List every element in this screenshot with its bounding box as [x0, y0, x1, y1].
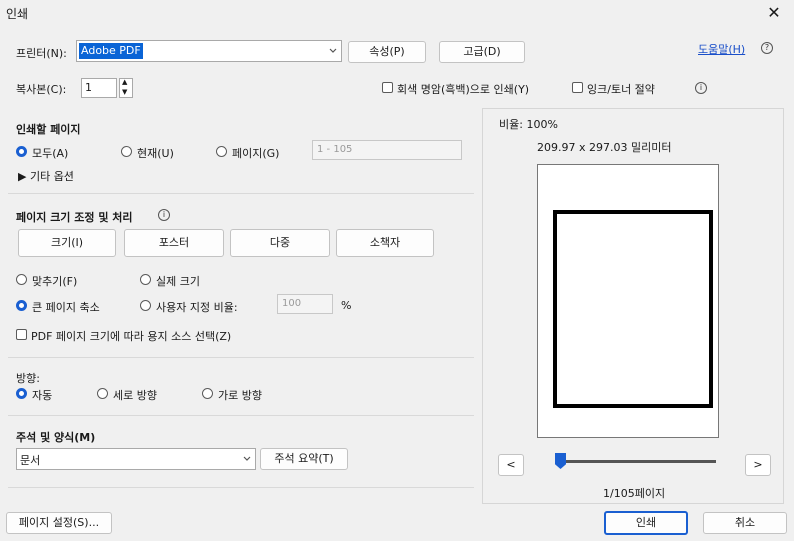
- more-options-toggle[interactable]: ▶ 기타 옵션: [18, 168, 74, 184]
- window-title: 인쇄: [6, 7, 29, 21]
- orientation-title: 방향:: [16, 372, 40, 385]
- booklet-button[interactable]: 소책자: [336, 229, 434, 257]
- info-icon[interactable]: i: [158, 209, 170, 221]
- close-icon[interactable]: ✕: [764, 2, 784, 24]
- properties-button[interactable]: 속성(P): [348, 41, 426, 63]
- radio-custom-scale[interactable]: [140, 300, 151, 311]
- chevron-down-icon: [329, 48, 337, 53]
- radio-all[interactable]: [16, 146, 27, 157]
- radio-auto-label: 자동: [32, 389, 53, 402]
- chevron-down-icon: [243, 456, 251, 461]
- radio-pages[interactable]: [216, 146, 227, 157]
- save-ink-label: 잉크/토너 절약: [587, 83, 655, 96]
- radio-landscape[interactable]: [202, 388, 213, 399]
- advanced-button[interactable]: 고급(D): [439, 41, 525, 63]
- custom-scale-input[interactable]: 100: [277, 294, 333, 314]
- copies-value: 1: [85, 81, 92, 94]
- printer-select-value: Adobe PDF: [79, 43, 143, 59]
- print-button[interactable]: 인쇄: [604, 511, 688, 535]
- info-icon[interactable]: i: [695, 82, 707, 94]
- comments-select[interactable]: 문서: [16, 448, 256, 470]
- scale-label: 비율: 100%: [499, 118, 558, 131]
- stepper-down-icon[interactable]: ▼: [122, 88, 127, 96]
- page-dimensions: 209.97 x 297.03 밀리미터: [537, 141, 672, 154]
- help-icon[interactable]: ?: [761, 42, 773, 54]
- radio-landscape-label: 가로 방향: [218, 389, 262, 402]
- pdf-source-checkbox[interactable]: [16, 329, 27, 340]
- pdf-source-label: PDF 페이지 크기에 따라 용지 소스 선택(Z): [31, 330, 232, 343]
- page-content-preview: [553, 210, 713, 408]
- summarize-comments-button[interactable]: 주석 요약(T): [260, 448, 348, 470]
- next-page-button[interactable]: >: [745, 454, 771, 476]
- radio-pages-label: 페이지(G): [232, 147, 280, 160]
- multiple-button[interactable]: 다중: [230, 229, 330, 257]
- page-slider-track[interactable]: [558, 460, 716, 463]
- radio-portrait[interactable]: [97, 388, 108, 399]
- radio-custom-scale-label: 사용자 지정 비율:: [156, 301, 238, 314]
- page-setup-button[interactable]: 페이지 설정(S)...: [6, 512, 112, 534]
- grayscale-label: 회색 명암(흑백)으로 인쇄(Y): [397, 83, 530, 96]
- radio-current[interactable]: [121, 146, 132, 157]
- copies-stepper[interactable]: ▲ ▼: [119, 78, 133, 98]
- copies-input[interactable]: 1: [81, 78, 117, 98]
- radio-all-label: 모두(A): [32, 147, 69, 160]
- comments-select-value: 문서: [20, 454, 41, 467]
- help-link[interactable]: 도움말(H): [698, 41, 745, 57]
- stepper-up-icon[interactable]: ▲: [122, 78, 127, 86]
- title-bar: 인쇄 ✕: [0, 0, 794, 28]
- radio-actual-size[interactable]: [140, 274, 151, 285]
- pages-to-print-title: 인쇄할 페이지: [16, 123, 81, 136]
- printer-select[interactable]: Adobe PDF: [76, 40, 342, 62]
- radio-auto[interactable]: [16, 388, 27, 399]
- size-button[interactable]: 크기(I): [18, 229, 116, 257]
- sizing-title: 페이지 크기 조정 및 처리: [16, 211, 133, 224]
- cancel-button[interactable]: 취소: [703, 512, 787, 534]
- poster-button[interactable]: 포스터: [124, 229, 224, 257]
- page-indicator: 1/105페이지: [603, 487, 666, 500]
- printer-label: 프린터(N):: [16, 47, 67, 60]
- radio-current-label: 현재(U): [137, 147, 174, 160]
- save-ink-checkbox[interactable]: [572, 82, 583, 93]
- prev-page-button[interactable]: <: [498, 454, 524, 476]
- pages-range-input[interactable]: 1 - 105: [312, 140, 462, 160]
- radio-portrait-label: 세로 방향: [113, 389, 157, 402]
- radio-fit[interactable]: [16, 274, 27, 285]
- radio-shrink[interactable]: [16, 300, 27, 311]
- comments-title: 주석 및 양식(M): [16, 431, 96, 444]
- radio-fit-label: 맞추기(F): [32, 275, 78, 288]
- radio-shrink-label: 큰 페이지 축소: [32, 301, 100, 314]
- grayscale-checkbox[interactable]: [382, 82, 393, 93]
- copies-label: 복사본(C):: [16, 83, 67, 96]
- radio-actual-size-label: 실제 크기: [156, 275, 200, 288]
- percent-label: %: [341, 299, 352, 312]
